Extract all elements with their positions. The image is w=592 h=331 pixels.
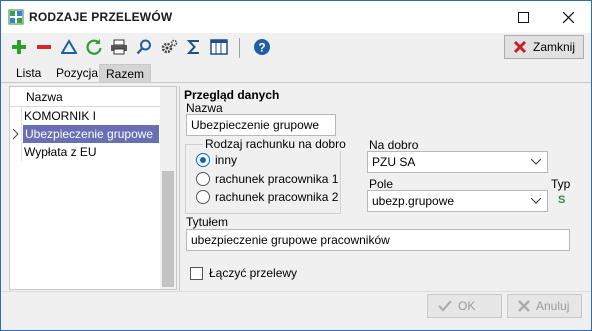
add-button[interactable] — [9, 37, 29, 57]
maximize-icon — [518, 11, 529, 23]
merge-transfers-checkbox[interactable]: Łączyć przelewy — [190, 266, 297, 280]
panel-divider — [179, 86, 180, 291]
radio-rachunek-pracownika-2[interactable]: rachunek pracownika 2 — [196, 190, 338, 204]
tab-strip: Lista Pozycja Razem — [1, 63, 591, 83]
table-row[interactable]: Wypłata z EU — [10, 143, 160, 161]
help-icon: ? — [254, 39, 270, 55]
close-button[interactable]: Zamknij — [504, 35, 584, 59]
cancel-button[interactable]: Anuluj — [507, 294, 582, 318]
filter-icon — [61, 39, 77, 54]
row-cell: Ubezpieczenie grupowe — [23, 125, 159, 143]
svg-text:?: ? — [258, 41, 265, 55]
remove-button[interactable] — [34, 37, 54, 57]
cancel-label: Anuluj — [536, 299, 570, 313]
settings-button[interactable] — [159, 37, 179, 57]
check-icon — [438, 300, 452, 312]
merge-transfers-label: Łączyć przelewy — [209, 266, 298, 280]
toolbar-separator — [239, 38, 240, 58]
filter-button[interactable] — [59, 37, 79, 57]
row-indicator — [10, 107, 22, 125]
tytul-label: Tytułem — [186, 215, 229, 229]
help-button[interactable]: ? — [252, 37, 272, 57]
radio-inny[interactable]: inny — [196, 153, 237, 167]
radio-dot — [196, 153, 210, 167]
row-cell: Wypłata z EU — [24, 145, 97, 159]
checkbox-box — [190, 266, 203, 280]
table-row[interactable]: KOMORNIK I — [10, 107, 160, 125]
tab-divider — [1, 82, 591, 83]
radio-label: rachunek pracownika 1 — [215, 172, 339, 186]
dialog-window: RODZAJE PRZELEWÓW ? Zamknij Lista Pozycj… — [0, 0, 592, 331]
columns-button[interactable] — [209, 37, 229, 57]
app-grid-icon — [8, 9, 24, 25]
name-label: Nazwa — [186, 101, 223, 115]
cancel-x-icon — [518, 300, 530, 312]
close-button-label: Zamknij — [533, 40, 576, 54]
row-cell: KOMORNIK I — [24, 109, 97, 123]
maximize-button[interactable] — [501, 1, 546, 33]
title-bar: RODZAJE PRZELEWÓW — [1, 1, 591, 33]
tab-lista[interactable]: Lista — [10, 64, 47, 83]
grid-scrollbar[interactable] — [160, 87, 176, 289]
refresh-button[interactable] — [84, 37, 104, 57]
radio-rachunek-pracownika-1[interactable]: rachunek pracownika 1 — [196, 172, 338, 186]
radio-label: inny — [215, 153, 238, 167]
pole-select[interactable]: ubezp.grupowe — [367, 190, 548, 212]
row-pointer-icon — [12, 128, 19, 140]
search-button[interactable] — [134, 37, 154, 57]
chevron-down-icon — [531, 198, 541, 204]
typ-label: Typ — [551, 177, 571, 191]
radio-dot — [196, 190, 210, 204]
print-button[interactable] — [109, 37, 129, 57]
add-icon — [12, 40, 26, 54]
section-title: Przegląd danych — [184, 88, 280, 102]
scrollbar-thumb[interactable] — [162, 171, 174, 287]
refresh-icon — [86, 39, 102, 55]
list-grid: Nazwa KOMORNIK I Ubezpieczenie grupowe W… — [9, 86, 177, 290]
tab-pozycja[interactable]: Pozycja — [50, 64, 104, 83]
window-close-button[interactable] — [546, 1, 591, 33]
window-title: RODZAJE PRZELEWÓW — [29, 10, 173, 24]
settings-icon — [161, 39, 178, 54]
details-panel: Przegląd danych Nazwa Ubezpieczenie grup… — [181, 86, 581, 290]
name-field[interactable]: Ubezpieczenie grupowe — [186, 114, 336, 136]
row-indicator — [10, 125, 22, 143]
row-indicator — [10, 143, 22, 161]
remove-icon — [37, 45, 51, 49]
footer-divider — [1, 291, 591, 292]
ok-button[interactable]: OK — [427, 294, 502, 318]
search-icon — [136, 39, 151, 55]
sum-button[interactable] — [184, 37, 204, 57]
radio-dot — [196, 172, 210, 186]
typ-indicator: S — [558, 194, 566, 206]
na-dobro-select[interactable]: PZU SA — [367, 151, 548, 173]
chevron-down-icon — [531, 159, 541, 165]
ok-label: OK — [458, 299, 476, 313]
close-x-icon — [513, 40, 527, 54]
table-row-selected[interactable]: Ubezpieczenie grupowe — [10, 125, 160, 143]
tytul-field[interactable]: ubezpieczenie grupowe pracowników — [186, 229, 570, 251]
account-type-legend: Rodzaj rachunku na dobro — [203, 137, 348, 151]
columns-icon — [210, 39, 228, 55]
grid-header: Nazwa — [10, 87, 160, 107]
sum-icon — [186, 40, 199, 54]
toolbar: ? — [1, 33, 591, 63]
na-dobro-value: PZU SA — [372, 155, 416, 169]
na-dobro-label: Na dobro — [369, 138, 419, 152]
tab-razem[interactable]: Razem — [99, 64, 152, 83]
radio-label: rachunek pracownika 2 — [215, 190, 339, 204]
print-icon — [111, 39, 127, 55]
column-header-nazwa[interactable]: Nazwa — [26, 90, 63, 104]
close-icon — [563, 11, 574, 23]
pole-label: Pole — [369, 177, 394, 191]
pole-value: ubezp.grupowe — [372, 194, 455, 208]
